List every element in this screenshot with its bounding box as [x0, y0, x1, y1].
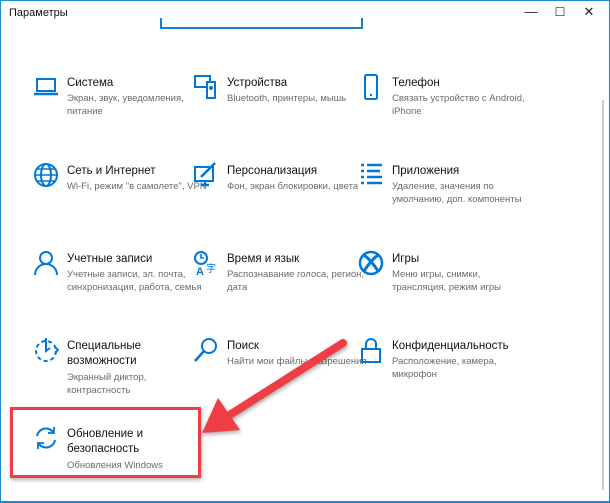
tile-title: Специальные возможности: [67, 340, 142, 367]
xbox-icon: [358, 250, 384, 276]
tile-subtitle: Фон, экран блокировки, цвета: [227, 181, 359, 192]
tile-subtitle: Экран, звук, уведомления, питание: [67, 93, 184, 117]
devices-icon: [194, 75, 216, 99]
lock-icon: [361, 338, 381, 363]
apps-list-icon: [361, 163, 382, 185]
laptop-icon: [34, 78, 58, 96]
tile-subtitle: Связать устройство с Android, iPhone: [392, 93, 525, 117]
svg-text:A: A: [196, 266, 204, 276]
tile-subtitle: Меню игры, снимки, трансляция, режим игр…: [392, 269, 501, 293]
tile-title: Сеть и Интернет: [67, 165, 156, 177]
minimize-button[interactable]: —: [520, 3, 542, 21]
accessibility-icon: [35, 338, 59, 362]
tile-title: Учетные записи: [67, 253, 153, 265]
tile-title: Игры: [392, 253, 420, 265]
tile-subtitle: Удаление, значения по умолчанию, доп. ко…: [392, 181, 522, 205]
tile-subtitle: Найти мои файлы, разрешения: [227, 356, 367, 367]
tile-subtitle: Расположение, камера, микрофон: [392, 356, 497, 380]
tile-subtitle: Учетные записи, эл. почта, синхронизация…: [67, 269, 202, 293]
highlight-box: [10, 407, 201, 478]
tile-subtitle: Экранный диктор, контрастность: [67, 372, 147, 396]
search-input[interactable]: [160, 18, 363, 29]
svg-text:字: 字: [206, 262, 216, 275]
time-language-icon: A字: [194, 251, 216, 276]
tile-title: Приложения: [392, 165, 460, 177]
scrollbar[interactable]: [602, 100, 604, 490]
tile-title: Время и язык: [227, 253, 300, 265]
tile-title: Система: [67, 77, 114, 89]
personalization-icon: [194, 162, 216, 187]
search-icon: [194, 338, 217, 362]
globe-icon: [34, 163, 58, 187]
window-title: Параметры: [9, 7, 68, 19]
tile-title: Поиск: [227, 340, 259, 352]
close-button[interactable]: ✕: [578, 3, 600, 21]
person-icon: [34, 251, 58, 276]
tile-title: Персонализация: [227, 165, 318, 177]
tile-title: Телефон: [392, 77, 440, 89]
tile-subtitle: Распознавание голоса, регион, дата: [227, 269, 365, 293]
tile-title: Устройства: [227, 77, 288, 89]
phone-icon: [364, 74, 378, 100]
tile-title: Конфиденциальность: [392, 340, 509, 352]
tile-subtitle: Bluetooth, принтеры, мышь: [227, 93, 347, 104]
maximize-button[interactable]: ☐: [549, 3, 571, 21]
tile-subtitle: Wi-Fi, режим "в самолете", VPN: [67, 181, 207, 192]
